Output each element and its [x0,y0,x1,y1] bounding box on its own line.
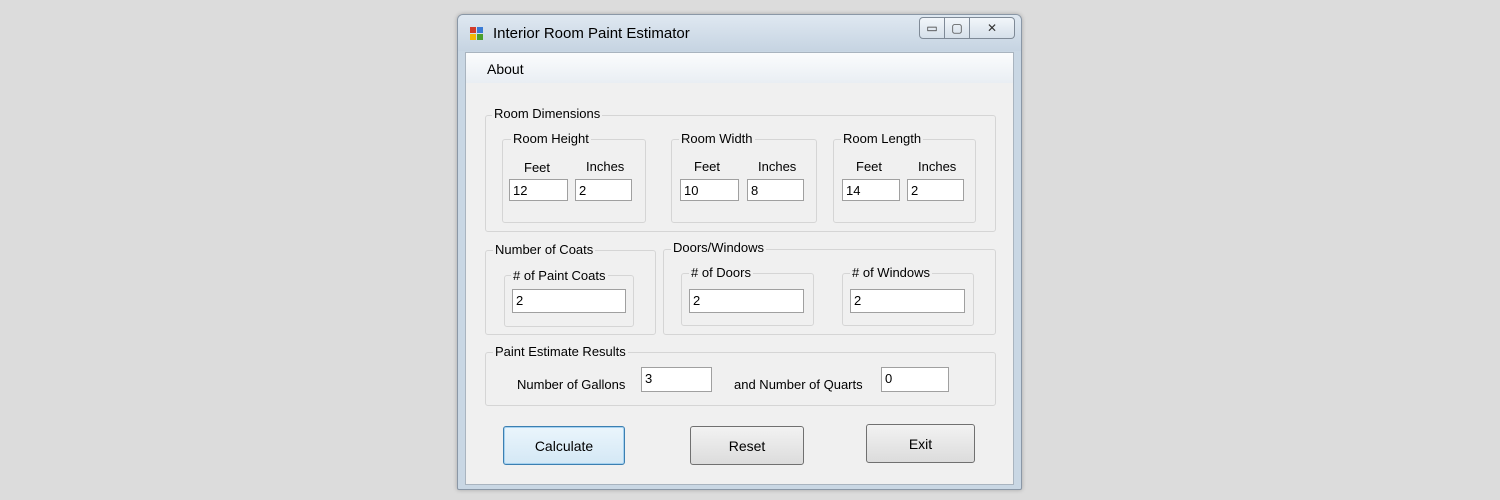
app-icon [470,27,484,41]
gallons-output[interactable]: 3 [641,367,712,392]
form-client-area: About Room Dimensions Room Height Feet I… [465,52,1014,485]
exit-button[interactable]: Exit [866,424,975,463]
window-controls: ▭ ▢ ✕ [919,17,1015,39]
reset-button[interactable]: Reset [690,426,804,465]
room-width-feet-input[interactable]: 10 [680,179,739,201]
room-length-inches-label: Inches [918,159,957,174]
room-width-feet-label: Feet [694,159,721,174]
room-height-feet-label: Feet [524,160,551,175]
app-window: Interior Room Paint Estimator ▭ ▢ ✕ Abou… [457,14,1022,490]
doors-title: # of Doors [689,265,753,280]
paint-coats-input[interactable]: 2 [512,289,626,313]
menu-bar: About [466,53,1013,83]
room-length-feet-label: Feet [856,159,883,174]
room-width-inches-input[interactable]: 8 [747,179,804,201]
coats-title: Number of Coats [493,242,596,257]
room-height-inches-label: Inches [586,159,625,174]
close-button[interactable]: ✕ [970,17,1015,39]
windows-title: # of Windows [850,265,933,280]
room-width-title: Room Width [679,131,755,146]
minimize-icon: ▭ [926,21,938,35]
title-bar[interactable]: Interior Room Paint Estimator ▭ ▢ ✕ [458,15,1021,51]
room-height-feet-input[interactable]: 12 [509,179,568,201]
room-length-inches-input[interactable]: 2 [907,179,964,201]
close-icon: ✕ [986,21,998,35]
doors-windows-title: Doors/Windows [671,240,767,255]
room-height-inches-input[interactable]: 2 [575,179,632,201]
room-width-inches-label: Inches [758,159,797,174]
room-length-title: Room Length [841,131,924,146]
paint-coats-title: # of Paint Coats [511,268,608,283]
room-dimensions-title: Room Dimensions [492,106,603,121]
doors-input[interactable]: 2 [689,289,804,313]
quarts-label: and Number of Quarts [734,377,863,392]
windows-input[interactable]: 2 [850,289,965,313]
menu-about[interactable]: About [487,61,524,77]
room-length-feet-input[interactable]: 14 [842,179,900,201]
window-title: Interior Room Paint Estimator [493,25,690,42]
maximize-icon: ▢ [951,21,963,35]
maximize-button[interactable]: ▢ [945,17,970,39]
minimize-button[interactable]: ▭ [919,17,945,39]
results-title: Paint Estimate Results [493,344,628,359]
gallons-label: Number of Gallons [517,377,626,392]
calculate-button[interactable]: Calculate [503,426,625,465]
room-height-title: Room Height [511,131,591,146]
quarts-output[interactable]: 0 [881,367,949,392]
